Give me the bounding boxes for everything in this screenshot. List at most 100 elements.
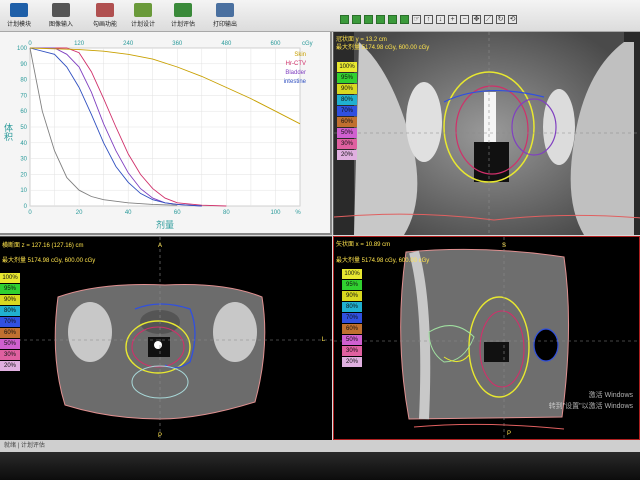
measure-icon[interactable]: ⟋ xyxy=(484,14,493,24)
layout-5-icon[interactable] xyxy=(388,14,397,24)
toolbar-button-label: 勾画功能 xyxy=(92,22,117,28)
toolbar-button-5[interactable]: 打印输出 xyxy=(206,1,244,31)
top-tick-label: 0 xyxy=(28,41,32,47)
x-tick-label: 20 xyxy=(76,210,83,216)
coronal-maxdose: 最大剂量 5174.98 cGy, 600.00 cGy xyxy=(336,45,430,51)
layout-2-icon[interactable] xyxy=(352,14,361,24)
isodose-swatch[interactable]: 95% xyxy=(342,280,362,290)
layout-3-icon[interactable] xyxy=(364,14,373,24)
coronal-view[interactable]: 冠状面 y = 13.2 cm 最大剂量 5174.98 cGy, 600.00… xyxy=(333,32,640,235)
layout-6-icon[interactable] xyxy=(400,14,409,24)
monitor-bezel xyxy=(0,452,640,480)
isodose-swatch[interactable]: 50% xyxy=(0,339,20,349)
isodose-swatch[interactable]: 95% xyxy=(337,73,357,83)
layout-1-icon[interactable] xyxy=(340,14,349,24)
isodose-swatch[interactable]: 20% xyxy=(342,357,362,367)
isodose-swatch[interactable]: 20% xyxy=(0,361,20,371)
top-axis-unit: cGy xyxy=(302,41,313,47)
axial-header: 横断面 z = 127.16 (127.16) cm xyxy=(2,243,84,249)
isodose-swatch[interactable]: 30% xyxy=(342,346,362,356)
isodose-legend: 100% 95% 90% 80% 70% 60% 50% 30% 20% xyxy=(0,273,20,372)
isodose-swatch[interactable]: 30% xyxy=(0,350,20,360)
top-tick-label: 600 xyxy=(270,41,281,47)
isodose-swatch[interactable]: 95% xyxy=(0,284,20,294)
toolbar-button-icon xyxy=(96,3,114,17)
isodose-swatch[interactable]: 100% xyxy=(0,273,20,283)
legend-entry: Hr-CTV xyxy=(286,61,306,67)
isodose-swatch[interactable]: 70% xyxy=(0,317,20,327)
isodose-swatch[interactable]: 100% xyxy=(337,62,357,72)
x-tick-label: 60 xyxy=(174,210,181,216)
toolbar-button-4[interactable]: 计划评估 xyxy=(164,1,202,31)
y-tick-label: 40 xyxy=(20,141,27,147)
isodose-swatch[interactable]: 80% xyxy=(0,306,20,316)
top-tick-label: 360 xyxy=(172,41,183,47)
toolbar-button-label: 计划设计 xyxy=(130,22,155,28)
legend-entry: Skin xyxy=(294,52,306,58)
y-tick-label: 60 xyxy=(20,109,27,115)
sagittal-header: 矢状面 x = 10.89 cm xyxy=(336,242,391,248)
y-tick-label: 100 xyxy=(17,46,28,52)
x-tick-label: 80 xyxy=(223,210,230,216)
isodose-swatch[interactable]: 60% xyxy=(342,324,362,334)
y-tick-label: 30 xyxy=(20,157,27,163)
toolbar-button-label: 计划评估 xyxy=(170,22,195,28)
legend-entry: intestine xyxy=(284,79,307,85)
toolbar-button-1[interactable]: 图像输入 xyxy=(42,1,80,31)
toolbar-button-0[interactable]: 计划模块 xyxy=(0,1,38,31)
isodose-swatch[interactable]: 80% xyxy=(337,95,357,105)
x-tick-label: 40 xyxy=(125,210,132,216)
top-tick-label: 240 xyxy=(123,41,134,47)
isodose-swatch[interactable]: 60% xyxy=(0,328,20,338)
zoom-in-icon[interactable]: + xyxy=(448,14,457,24)
rotate-icon[interactable]: ↻ xyxy=(496,14,505,24)
toolbar-button-icon xyxy=(10,3,28,17)
isodose-swatch[interactable]: 100% xyxy=(342,269,362,279)
layout-4-icon[interactable] xyxy=(376,14,385,24)
axial-image: A P L xyxy=(0,237,332,440)
isodose-swatch[interactable]: 20% xyxy=(337,150,357,160)
axial-view[interactable]: A P L 横断面 z = 127.16 (127.16) cm 最大剂量 51… xyxy=(0,236,332,440)
toolbar-button-icon xyxy=(134,3,152,17)
dvh-panel: 100 90 80 70 60 50 40 30 20 10 0 0 20 40 60 80 100 0 120 24… xyxy=(0,32,332,235)
legend-entry: Bladder xyxy=(285,70,306,76)
isodose-swatch[interactable]: 70% xyxy=(337,106,357,116)
sagittal-view[interactable]: S P 矢状面 x = 10.89 cm 最大剂量 5174.98 cGy, 6… xyxy=(333,236,640,440)
isodose-swatch[interactable]: 90% xyxy=(337,84,357,94)
isodose-swatch[interactable]: 50% xyxy=(337,128,357,138)
isodose-swatch[interactable]: 60% xyxy=(337,117,357,127)
toolbar-button-icon xyxy=(52,3,70,17)
coronal-image xyxy=(334,32,640,235)
top-tick-label: 480 xyxy=(221,41,232,47)
pan-icon[interactable]: ✥ xyxy=(472,14,481,24)
y-tick-label: 80 xyxy=(20,78,27,84)
isodose-swatch[interactable]: 90% xyxy=(342,291,362,301)
reset-icon[interactable]: ⟲ xyxy=(508,14,517,24)
y-tick-label: 0 xyxy=(24,204,28,210)
isodose-swatch[interactable]: 50% xyxy=(342,335,362,345)
arrow-up-icon[interactable]: ↑ xyxy=(424,14,433,24)
zoom-out-icon[interactable]: − xyxy=(460,14,469,24)
sagittal-orient-top: S xyxy=(502,243,506,249)
windows-activation-title: 激活 Windows xyxy=(588,392,633,399)
axial-orient-top: A xyxy=(158,243,162,249)
toolbar-button-icon xyxy=(174,3,192,17)
y-tick-label: 70 xyxy=(20,93,27,99)
main-toolbar: 计划模块 图像输入 勾画功能 计划设计 计划评估 打印输出 ☞ ↑ ↓ + − ✥ ⟋ ↻… xyxy=(0,0,640,32)
isodose-swatch[interactable]: 70% xyxy=(342,313,362,323)
arrow-down-icon[interactable]: ↓ xyxy=(436,14,445,24)
isodose-legend: 100% 95% 90% 80% 70% 60% 50% 30% 20% xyxy=(337,62,357,161)
x-axis-label: 剂量 xyxy=(156,219,174,230)
toolbar-button-2[interactable]: 勾画功能 xyxy=(86,1,124,31)
y-tick-label: 50 xyxy=(20,125,27,131)
isodose-swatch[interactable]: 80% xyxy=(342,302,362,312)
axial-orient-bottom: P xyxy=(158,433,162,439)
toolbar-button-label: 打印输出 xyxy=(212,22,237,28)
hand-icon[interactable]: ☞ xyxy=(412,14,421,24)
axial-maxdose: 最大剂量 5174.98 cGy, 600.00 cGy xyxy=(2,258,96,264)
y-tick-label: 90 xyxy=(20,62,27,68)
x-tick-label: 0 xyxy=(28,210,32,216)
toolbar-button-3[interactable]: 计划设计 xyxy=(124,1,162,31)
isodose-swatch[interactable]: 30% xyxy=(337,139,357,149)
isodose-swatch[interactable]: 90% xyxy=(0,295,20,305)
